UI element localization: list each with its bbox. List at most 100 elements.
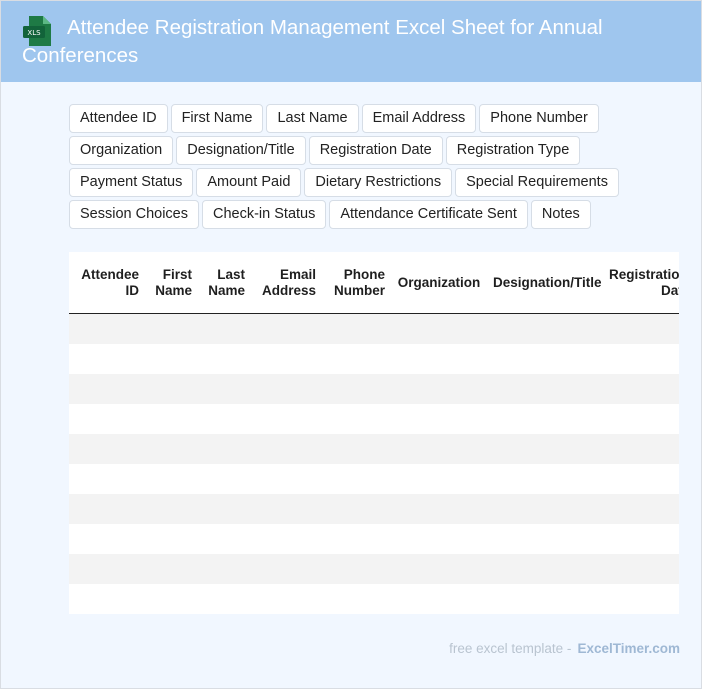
- table-cell[interactable]: [320, 584, 389, 614]
- table-cell[interactable]: [69, 554, 143, 584]
- table-cell[interactable]: [389, 313, 489, 344]
- table-cell[interactable]: [489, 404, 605, 434]
- column-header-text: Name: [155, 282, 192, 298]
- table-cell[interactable]: [605, 434, 679, 464]
- field-chip: Amount Paid: [196, 168, 302, 197]
- table-cell[interactable]: [196, 313, 249, 344]
- table-cell[interactable]: [389, 524, 489, 554]
- table-cell[interactable]: [389, 434, 489, 464]
- table-cell[interactable]: [143, 434, 196, 464]
- table-cell[interactable]: [389, 404, 489, 434]
- table-cell[interactable]: [389, 374, 489, 404]
- table-cell[interactable]: [196, 554, 249, 584]
- table-cell[interactable]: [389, 554, 489, 584]
- table-cell[interactable]: [605, 554, 679, 584]
- sheet-table-container: Attendee ID First Name Last Name Email Address P…: [69, 252, 679, 614]
- table-cell[interactable]: [249, 464, 320, 494]
- table-row: [69, 374, 679, 404]
- footer-brand-link[interactable]: ExcelTimer.com: [577, 641, 680, 656]
- table-cell[interactable]: [605, 464, 679, 494]
- table-cell[interactable]: [69, 524, 143, 554]
- table-cell[interactable]: [143, 374, 196, 404]
- table-cell[interactable]: [605, 404, 679, 434]
- table-cell[interactable]: [605, 584, 679, 614]
- table-cell[interactable]: [196, 494, 249, 524]
- table-cell[interactable]: [143, 524, 196, 554]
- table-cell[interactable]: [320, 554, 389, 584]
- footer-credit: free excel template - ExcelTimer.com: [449, 641, 680, 656]
- table-cell[interactable]: [249, 404, 320, 434]
- table-cell[interactable]: [196, 524, 249, 554]
- table-cell[interactable]: [605, 524, 679, 554]
- table-cell[interactable]: [605, 313, 679, 344]
- field-chip-list: Attendee ID First Name Last Name Email Addr…: [69, 104, 669, 229]
- table-cell[interactable]: [249, 524, 320, 554]
- table-cell[interactable]: [69, 494, 143, 524]
- table-cell[interactable]: [196, 584, 249, 614]
- table-cell[interactable]: [320, 404, 389, 434]
- table-cell[interactable]: [489, 313, 605, 344]
- table-cell[interactable]: [143, 313, 196, 344]
- field-chip: Session Choices: [69, 200, 199, 229]
- table-cell[interactable]: [389, 494, 489, 524]
- table-cell[interactable]: [69, 434, 143, 464]
- table-cell[interactable]: [69, 313, 143, 344]
- table-cell[interactable]: [196, 434, 249, 464]
- table-cell[interactable]: [143, 344, 196, 374]
- table-cell[interactable]: [320, 374, 389, 404]
- table-cell[interactable]: [69, 464, 143, 494]
- table-cell[interactable]: [320, 313, 389, 344]
- table-cell[interactable]: [389, 464, 489, 494]
- table-cell[interactable]: [249, 374, 320, 404]
- table-row: [69, 584, 679, 614]
- table-body: [69, 313, 679, 614]
- table-cell[interactable]: [143, 584, 196, 614]
- field-chip: Registration Type: [445, 136, 581, 165]
- table-cell[interactable]: [69, 374, 143, 404]
- table-cell[interactable]: [249, 584, 320, 614]
- table-cell[interactable]: [143, 494, 196, 524]
- table-cell[interactable]: [389, 344, 489, 374]
- table-cell[interactable]: [196, 374, 249, 404]
- field-chip: Last Name: [266, 104, 359, 133]
- table-cell[interactable]: [489, 464, 605, 494]
- column-header: Designation/Title: [489, 252, 605, 314]
- table-cell[interactable]: [143, 554, 196, 584]
- table-cell[interactable]: [249, 554, 320, 584]
- table-cell[interactable]: [196, 404, 249, 434]
- field-chip: Dietary Restrictions: [304, 168, 453, 197]
- table-cell[interactable]: [489, 524, 605, 554]
- table-row: [69, 494, 679, 524]
- table-cell[interactable]: [249, 494, 320, 524]
- table-cell[interactable]: [143, 464, 196, 494]
- table-cell[interactable]: [489, 344, 605, 374]
- table-cell[interactable]: [320, 434, 389, 464]
- table-cell[interactable]: [489, 374, 605, 404]
- column-header: First Name: [143, 252, 196, 314]
- column-header: Phone Number: [320, 252, 389, 314]
- table-cell[interactable]: [249, 313, 320, 344]
- table-cell[interactable]: [196, 344, 249, 374]
- column-header-text: ID: [125, 282, 140, 298]
- table-cell[interactable]: [605, 344, 679, 374]
- table-cell[interactable]: [489, 494, 605, 524]
- table-cell[interactable]: [320, 464, 389, 494]
- table-cell[interactable]: [196, 464, 249, 494]
- table-cell[interactable]: [320, 344, 389, 374]
- table-cell[interactable]: [320, 494, 389, 524]
- table-cell[interactable]: [249, 344, 320, 374]
- table-cell[interactable]: [605, 494, 679, 524]
- table-cell[interactable]: [143, 404, 196, 434]
- field-chip: Special Requirements: [455, 168, 619, 197]
- column-header: Email Address: [249, 252, 320, 314]
- table-cell[interactable]: [605, 374, 679, 404]
- table-cell[interactable]: [389, 584, 489, 614]
- table-cell[interactable]: [69, 404, 143, 434]
- table-cell[interactable]: [489, 434, 605, 464]
- table-cell[interactable]: [69, 344, 143, 374]
- table-cell[interactable]: [249, 434, 320, 464]
- table-cell[interactable]: [489, 554, 605, 584]
- table-cell[interactable]: [320, 524, 389, 554]
- table-cell[interactable]: [69, 584, 143, 614]
- table-cell[interactable]: [489, 584, 605, 614]
